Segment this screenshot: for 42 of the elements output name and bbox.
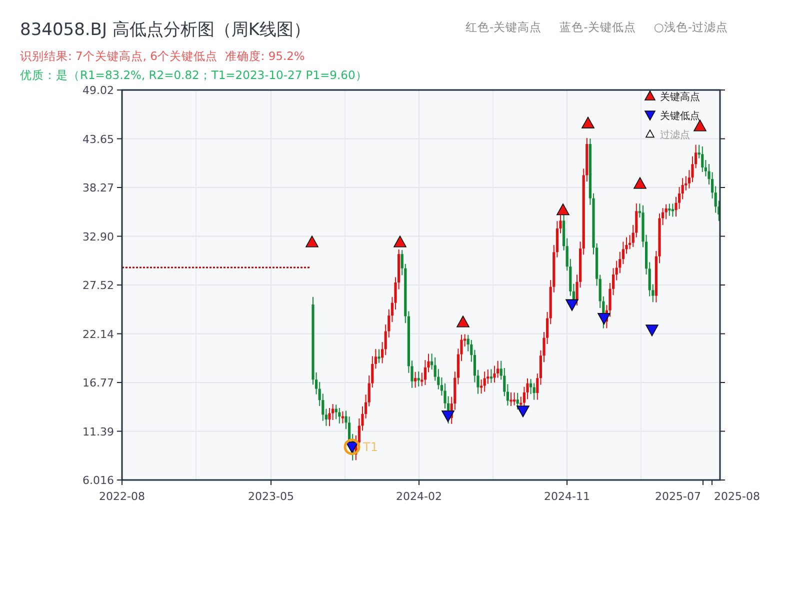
target-ring xyxy=(344,438,360,456)
up-triangle-icon xyxy=(305,235,319,248)
y-tick-label: 32.90 xyxy=(82,230,114,244)
up-triangle-icon xyxy=(581,116,595,128)
down-triangle-icon xyxy=(565,299,579,312)
color-legend-text: ○浅色-过滤点 xyxy=(654,20,728,36)
y-tick-label: 11.39 xyxy=(82,425,114,438)
up-triangle-icon xyxy=(645,129,655,138)
quality-summary: 优质：是（R1=83.2%, R2=0.82；T1=2023-10-27 P1=9.60） xyxy=(20,68,368,83)
y-tick-label: 43.65 xyxy=(82,132,114,146)
down-triangle-icon xyxy=(345,442,359,454)
target-label: T1 xyxy=(363,440,378,454)
x-tick-label: 2025-08 xyxy=(714,490,760,503)
up-triangle-icon xyxy=(556,203,570,216)
y-tick-label: 6.016 xyxy=(82,474,114,487)
y-tick-label: 49.02 xyxy=(82,84,114,97)
down-triangle-icon xyxy=(441,410,455,422)
color-legend-text: 蓝色-关键低点 xyxy=(560,20,636,36)
up-triangle-icon xyxy=(693,119,707,132)
x-tick-label: 2024-02 xyxy=(396,490,442,503)
up-triangle-icon xyxy=(393,235,407,248)
y-tick-label: 38.27 xyxy=(82,182,114,194)
color-legend-text: 红色-关键高点 xyxy=(466,20,542,36)
down-triangle-icon xyxy=(645,324,659,337)
y-tick-label: 27.52 xyxy=(82,279,114,292)
x-tick-label: 2024-11 xyxy=(544,490,590,503)
x-tick-label: 2022-08 xyxy=(99,490,145,503)
x-tick-label: 2025-07 xyxy=(655,490,701,503)
y-tick-label: 16.77 xyxy=(82,376,114,390)
y-tick-label: 22.14 xyxy=(82,328,114,341)
legend-label: 关键高点 xyxy=(660,92,700,103)
result-summary: 识别结果: 7个关键高点, 6个关键低点 准确度: 95.2% xyxy=(20,49,306,64)
chart-title: 834058.BJ 高低点分析图（周K线图） xyxy=(20,19,312,41)
legend-label: 关键低点 xyxy=(660,111,700,122)
down-triangle-icon xyxy=(597,312,611,325)
down-triangle-icon xyxy=(644,110,656,121)
up-triangle-icon xyxy=(456,315,470,328)
up-triangle-icon xyxy=(633,176,647,189)
down-triangle-icon xyxy=(516,406,530,418)
x-tick-label: 2023-05 xyxy=(248,490,294,503)
up-triangle-icon xyxy=(644,90,656,100)
legend-label: 过滤点 xyxy=(660,130,690,141)
